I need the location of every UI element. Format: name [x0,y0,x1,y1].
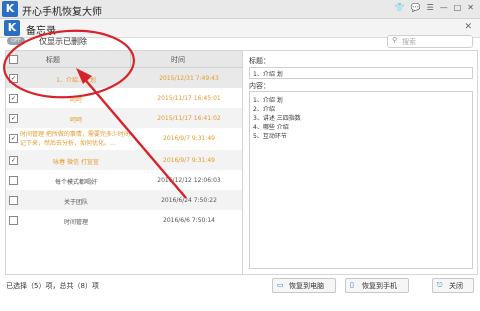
row-title: 关于团队 [63,199,88,206]
row-time: 2016/6/24 7:50:22 [161,197,217,204]
table-row[interactable]: ✓ 咏春 微信 打宣宣 2016/9/7 9:31:49 [6,150,242,170]
row-title: 每个模式都喝好 [54,179,97,186]
title-label: 标题： [249,57,270,65]
table-row[interactable]: ✓ 1、介绍…计划 2015/12/31 7:49:43 [6,68,242,88]
row-time: 2016/9/7 9:31:49 [163,157,215,164]
row-time: 2016/6/6 7:50:14 [163,217,215,224]
memo-logo: K [4,20,20,36]
row-checkbox[interactable]: ✓ [9,134,18,143]
content-label: 内容： [249,82,270,90]
content-field[interactable]: 1、介绍 划 2、介绍 3、讲述 三四指数 4、哪些 介绍 5、互动环节 [249,91,473,269]
table-row[interactable]: ✓ 呵呵 2015/11/17 16:45:01 [6,88,242,108]
chat-icon[interactable]: 💬 [411,3,421,12]
row-checkbox[interactable] [9,196,18,205]
deleted-only-toggle[interactable]: OFF [7,37,25,45]
search-input[interactable]: ⚲ 搜索 [387,35,473,48]
restore-to-phone-label: 恢复到手机 [362,282,397,290]
menu-icon[interactable]: ☰ [427,3,434,12]
list-header: 标题 时间 [6,51,242,68]
row-time: 2015/11/17 16:41:02 [157,115,221,122]
content-line: 3、讲述 三四指数 [253,115,301,122]
search-placeholder: 搜索 [402,38,416,46]
memo-close-icon[interactable]: ✕ [464,22,472,32]
close-button[interactable]: ⎋ 关闭 [432,278,474,293]
column-time[interactable]: 时间 [171,55,185,65]
search-icon: ⚲ [392,36,398,44]
phone-icon: ▯ [350,281,354,289]
computer-icon: ▭ [277,281,284,289]
column-title[interactable]: 标题 [46,55,60,65]
row-time: 2015/11/17 16:45:01 [157,95,221,102]
restore-to-phone-button[interactable]: ▯ 恢复到手机 [345,278,409,293]
content-line: 5、互动环节 [253,133,287,140]
table-row[interactable]: 每个模式都喝好 2016/12/12 12:06:03 [6,170,242,190]
row-title: 呵呵 [69,117,82,124]
row-checkbox[interactable]: ✓ [9,94,18,103]
window-controls: 👕 💬 ☰ — □ ✕ [395,3,474,12]
row-checkbox[interactable]: ✓ [9,114,18,123]
row-time: 2016/12/12 12:06:03 [157,177,221,184]
title-field[interactable]: 1、介绍 划 [249,67,473,79]
row-title: 呵呵 [69,97,82,104]
maximize-icon[interactable]: □ [454,3,462,12]
close-label: 关闭 [449,282,463,290]
deleted-only-label: 仅显示已删除 [39,37,87,46]
exit-icon: ⎋ [437,281,443,289]
selection-status: 已选择（5）项，总共（8）项 [6,282,99,290]
table-row[interactable]: ✓ 时间管理 把所做的事情，需要完多少时间记下来，然后去分析，如何优化。… 20… [6,128,242,150]
title-bar: K 开心手机恢复大师 👕 💬 ☰ — □ ✕ [0,0,480,19]
table-row[interactable]: 时间管理 2016/6/6 7:50:14 [6,210,242,230]
content-line: 4、哪些 介绍 [253,124,289,131]
row-time: 2016/9/7 9:31:49 [163,135,215,142]
content-line: 2、介绍 [253,106,275,113]
row-time: 2015/12/31 7:49:43 [159,75,219,82]
table-row[interactable]: 关于团队 2016/6/24 7:50:22 [6,190,242,210]
memo-title: 备忘录 [26,26,56,37]
select-all-checkbox[interactable] [9,55,18,64]
minimize-icon[interactable]: — [440,3,448,12]
restore-to-pc-label: 恢复到电脑 [289,282,324,290]
row-title: 1、介绍…计划 [56,77,96,84]
filter-row: OFF 仅显示已删除 ⚲ 搜索 [0,35,480,49]
app-logo: K [2,1,18,17]
title-value: 1、介绍 划 [253,71,283,78]
memo-detail: 标题： 1、介绍 划 内容： 1、介绍 划 2、介绍 3、讲述 三四指数 4、哪… [242,50,478,275]
row-title: 时间管理 把所做的事情，需要完多少时间记下来，然后去分析，如何优化。… [20,131,130,147]
shirt-icon[interactable]: 👕 [395,3,405,12]
row-title: 咏春 微信 打宣宣 [53,159,99,166]
app-title: 开心手机恢复大师 [22,7,102,18]
close-icon[interactable]: ✕ [467,3,474,12]
row-checkbox[interactable]: ✓ [9,156,18,165]
row-checkbox[interactable] [9,216,18,225]
memo-list: 标题 时间 ✓ 1、介绍…计划 2015/12/31 7:49:43 ✓ 呵呵 … [5,50,243,275]
restore-to-pc-button[interactable]: ▭ 恢复到电脑 [272,278,336,293]
column-divider [130,51,131,67]
row-title: 时间管理 [63,219,88,226]
table-row[interactable]: ✓ 呵呵 2015/11/17 16:41:02 [6,108,242,128]
content-line: 1、介绍 划 [253,97,283,104]
row-checkbox[interactable] [9,176,18,185]
row-checkbox[interactable]: ✓ [9,74,18,83]
